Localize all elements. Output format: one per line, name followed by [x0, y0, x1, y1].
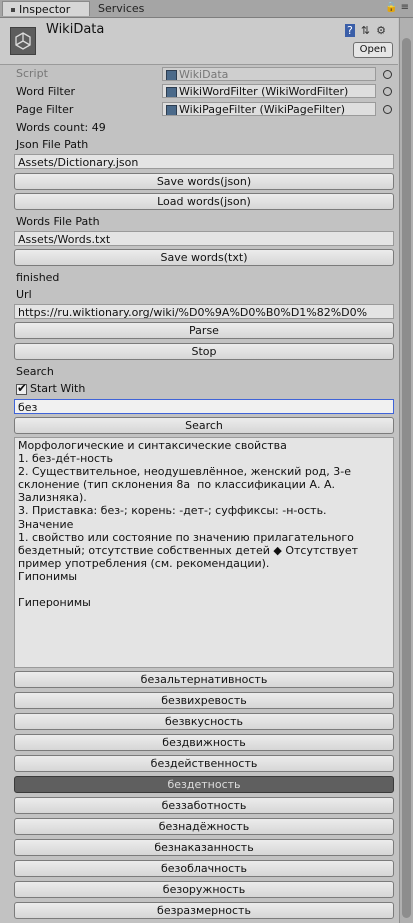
checkmark-icon: ✔ — [17, 381, 28, 395]
gear-icon[interactable]: ⚙ — [376, 24, 386, 37]
open-button[interactable]: Open — [353, 42, 393, 58]
script-icon — [166, 70, 177, 80]
word-filter-value: WikiWordFilter (WikiWordFilter) — [179, 85, 349, 98]
words-path-label: Words File Path — [16, 215, 100, 228]
object-icon — [166, 87, 177, 97]
page-filter-field[interactable]: WikiPageFilter (WikiPageFilter) — [162, 102, 376, 116]
stop-button[interactable]: Stop — [14, 343, 394, 360]
result-textarea[interactable]: Морфологические и синтаксические свойств… — [14, 437, 394, 668]
object-icon — [166, 105, 177, 115]
tab-bar: Inspector Services 🔒 ≡ — [0, 0, 413, 18]
status-text: finished — [16, 271, 60, 284]
load-json-button[interactable]: Load words(json) — [14, 193, 394, 210]
search-label: Search — [16, 365, 54, 378]
header-icons: ? ⇅ ⚙ — [345, 24, 392, 37]
search-input[interactable]: без — [14, 399, 394, 414]
script-picker-icon[interactable] — [383, 70, 392, 79]
page-filter-label: Page Filter — [16, 103, 74, 116]
menu-icon[interactable]: ≡ — [401, 2, 409, 13]
url-input[interactable]: https://ru.wiktionary.org/wiki/%D0%9A%D0… — [14, 304, 394, 319]
word-button[interactable]: безоблачность — [14, 860, 394, 877]
unity-cube-icon — [10, 27, 36, 55]
save-txt-button[interactable]: Save words(txt) — [14, 249, 394, 266]
parse-button[interactable]: Parse — [14, 322, 394, 339]
words-path-input[interactable]: Assets/Words.txt — [14, 231, 394, 246]
script-label: Script — [16, 67, 48, 80]
inspector-icon — [11, 8, 15, 12]
word-button[interactable]: безвкусность — [14, 713, 394, 730]
start-with-checkbox[interactable]: ✔ — [16, 381, 28, 395]
word-button[interactable]: безальтернативность — [14, 671, 394, 688]
word-button[interactable]: бездетность — [14, 776, 394, 793]
word-button[interactable]: бездейственность — [14, 755, 394, 772]
json-path-label: Json File Path — [16, 138, 89, 151]
json-path-input[interactable]: Assets/Dictionary.json — [14, 154, 394, 169]
scrollbar-thumb[interactable] — [402, 38, 411, 918]
word-button[interactable]: безнадёжность — [14, 818, 394, 835]
start-with-label: Start With — [30, 382, 86, 395]
tab-services[interactable]: Services — [90, 1, 170, 16]
page-filter-value: WikiPageFilter (WikiPageFilter) — [179, 103, 346, 116]
search-button[interactable]: Search — [14, 417, 394, 434]
presets-icon[interactable]: ⇅ — [361, 24, 370, 37]
url-label: Url — [16, 288, 32, 301]
word-button[interactable]: безоружность — [14, 881, 394, 898]
word-filter-picker-icon[interactable] — [383, 87, 392, 96]
word-button[interactable]: безразмерность — [14, 902, 394, 919]
page-filter-picker-icon[interactable] — [383, 105, 392, 114]
tab-inspector[interactable]: Inspector — [2, 1, 90, 16]
word-button[interactable]: бездвижность — [14, 734, 394, 751]
tab-inspector-label: Inspector — [19, 3, 71, 16]
word-button[interactable]: беззаботность — [14, 797, 394, 814]
word-button[interactable]: безнаказанность — [14, 839, 394, 856]
script-field[interactable]: WikiData — [162, 67, 376, 81]
word-button[interactable]: безвихревость — [14, 692, 394, 709]
scrollbar[interactable] — [399, 18, 413, 923]
save-json-button[interactable]: Save words(json) — [14, 173, 394, 190]
word-filter-label: Word Filter — [16, 85, 76, 98]
word-filter-field[interactable]: WikiWordFilter (WikiWordFilter) — [162, 84, 376, 98]
words-count: Words count: 49 — [16, 121, 106, 134]
help-icon[interactable]: ? — [345, 24, 355, 37]
component-title: WikiData — [46, 22, 105, 37]
lock-menu-icons[interactable]: 🔒 ≡ — [385, 2, 409, 13]
lock-icon[interactable]: 🔒 — [385, 2, 397, 13]
script-value: WikiData — [179, 68, 229, 81]
tab-services-label: Services — [98, 2, 145, 15]
